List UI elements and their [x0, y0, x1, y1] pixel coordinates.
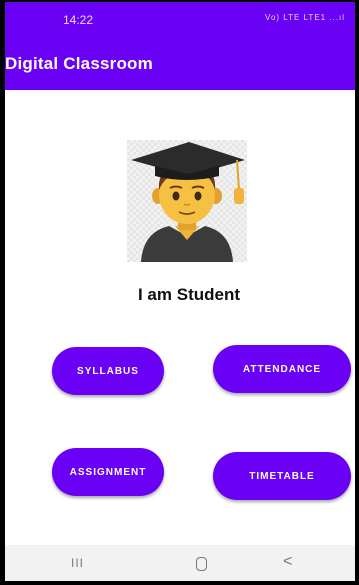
system-nav-bar: III <	[5, 545, 355, 581]
timetable-button[interactable]: TIMETABLE	[213, 452, 351, 500]
status-indicators: Vo) LTE LTE1 ...ıl	[265, 13, 345, 22]
status-time: 14:22	[63, 13, 94, 27]
app-bar: Digital Classroom	[5, 44, 355, 90]
page-heading: I am Student	[137, 285, 240, 304]
back-icon[interactable]: <	[283, 553, 292, 571]
student-graduate-icon	[127, 140, 247, 262]
attendance-button[interactable]: ATTENDANCE	[213, 345, 351, 393]
home-icon[interactable]	[196, 557, 207, 571]
recent-apps-icon[interactable]: III	[71, 556, 84, 570]
assignment-button[interactable]: ASSIGNMENT	[52, 448, 164, 496]
status-bar: 14:22 Vo) LTE LTE1 ...ıl	[5, 2, 355, 44]
phone-screen: 14:22 Vo) LTE LTE1 ...ıl Digital Classro…	[0, 0, 359, 585]
syllabus-button[interactable]: SYLLABUS	[52, 347, 164, 395]
app-title: Digital Classroom	[5, 54, 153, 73]
